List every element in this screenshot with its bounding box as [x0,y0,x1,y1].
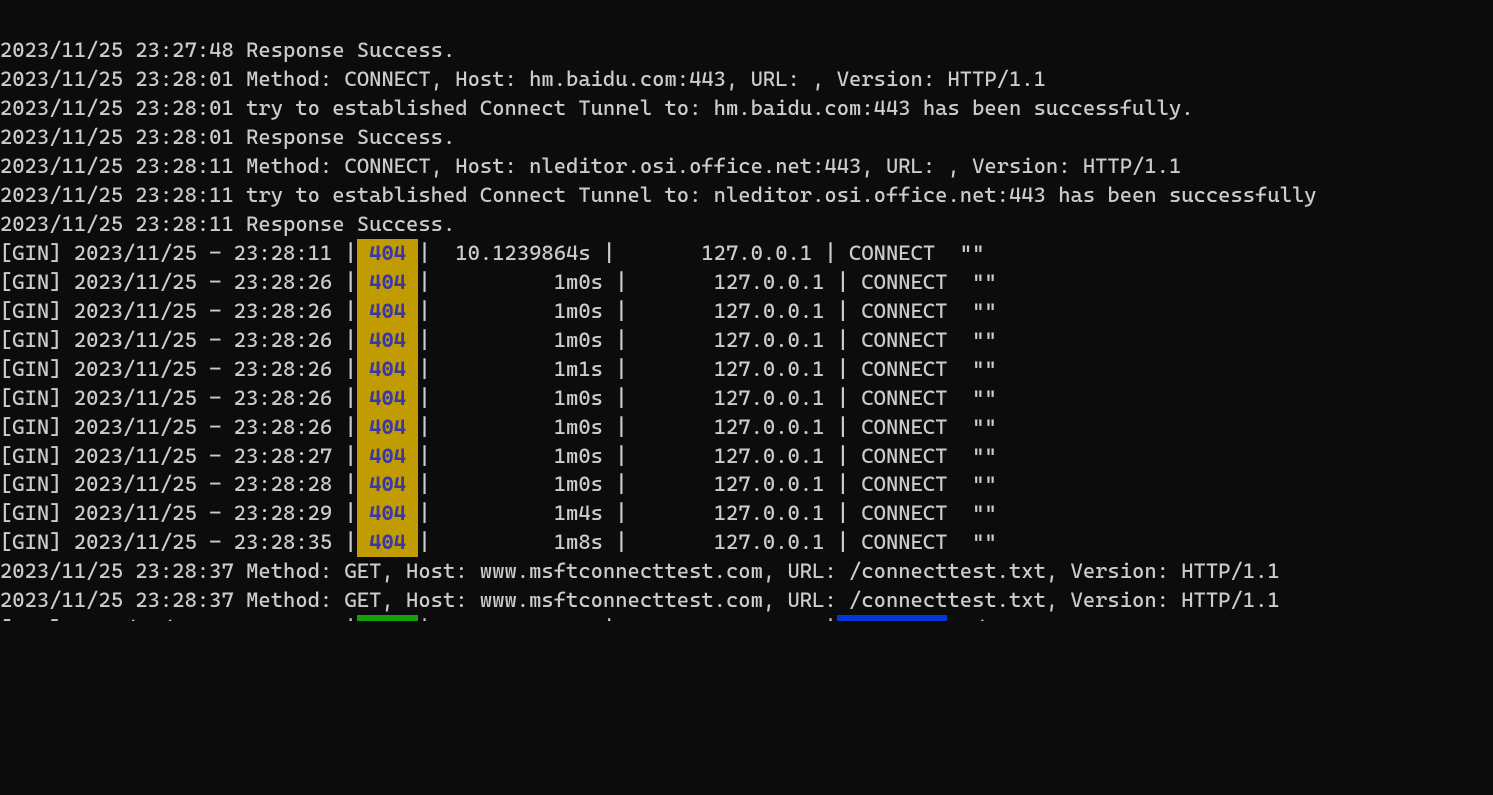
status-badge: 404 [357,268,419,297]
status-badge: 404 [357,384,419,413]
gin-prefix: [GIN] 2023/11/25 - 23:28:28 | [0,472,357,496]
log-line: 2023/11/25 23:28:37 Method: GET, Host: w… [0,557,1493,586]
status-code: 404 [357,530,419,554]
http-method-badge: GET [837,615,948,621]
status-badge: 404 [357,239,419,268]
log-line: [GIN] 2023/11/25 - 23:28:26 | 404 | 1m0s… [0,297,1493,326]
log-line: [GIN] 2023/11/25 - 23:28:11 | 404 | 10.1… [0,239,1493,268]
gin-prefix: [GIN] 2023/11/25 - 23:28:26 | [0,299,357,323]
gin-after: | 1m0s | 127.0.0.1 | CONNECT "" [418,472,996,496]
terminal-output: 2023/11/25 23:27:48 Response Success. 202… [0,36,1493,621]
gin-after: | 1m0s | 127.0.0.1 | CONNECT "" [418,415,996,439]
status-code: 404 [357,472,419,496]
log-text: 2023/11/25 23:28:01 try to established C… [0,96,1194,120]
status-badge: 404 [357,470,419,499]
status-code: 404 [357,501,419,525]
log-line: [GIN] 2023/11/25 - 23:28:26 | 404 | 1m0s… [0,268,1493,297]
status-code: 200 [357,617,419,621]
status-badge: 404 [357,528,419,557]
gin-prefix: [GIN] 2023/11/25 - 23:28:26 | [0,328,357,352]
log-text: 2023/11/25 23:28:37 Method: GET, Host: w… [0,588,1280,612]
gin-prefix: [GIN] 2023/11/25 - 23:28:26 | [0,386,357,410]
log-line: [GIN] 2023/11/25 - 23:28:26 | 404 | 1m0s… [0,413,1493,442]
status-code: 404 [357,328,419,352]
log-line: [GIN] 2023/11/25 - 23:28:26 | 404 | 1m1s… [0,355,1493,384]
gin-after: | 1m0s | 127.0.0.1 | CONNECT "" [418,270,996,294]
log-line: [GIN] 2023/11/25 - 23:28:27 | 404 | 1m0s… [0,442,1493,471]
status-badge: 404 [357,297,419,326]
log-line: 2023/11/25 23:27:48 Response Success. [0,36,1493,65]
log-line: 2023/11/25 23:28:11 Response Success. [0,210,1493,239]
log-text: 2023/11/25 23:28:01 Response Success. [0,125,455,149]
log-line: 2023/11/25 23:28:11 Method: CONNECT, Hos… [0,152,1493,181]
status-code: 404 [357,357,419,381]
status-code: 404 [357,241,419,265]
gin-mid: | 328.6621ms | 127.0.0.1 | [418,617,836,621]
log-text: 2023/11/25 23:28:11 Method: CONNECT, Hos… [0,154,1181,178]
gin-prefix: [GIN] 2023/11/25 - 23:28:35 | [0,530,357,554]
log-line: [GIN] 2023/11/25 - 23:28:26 | 404 | 1m0s… [0,326,1493,355]
log-text: 2023/11/25 23:28:37 Method: GET, Host: w… [0,559,1280,583]
log-line: [GIN] 2023/11/25 - 23:28:29 | 404 | 1m4s… [0,499,1493,528]
gin-after: | 10.1239864s | 127.0.0.1 | CONNECT "" [418,241,984,265]
gin-prefix: [GIN] 2023/11/25 - 23:28:26 | [0,415,357,439]
log-text: 2023/11/25 23:28:01 Method: CONNECT, Hos… [0,67,1046,91]
status-code: 404 [357,270,419,294]
log-line: [GIN] 2023/11/25 - 23:28:38 | 200 | 328.… [0,615,1493,621]
gin-after: | 1m0s | 127.0.0.1 | CONNECT "" [418,444,996,468]
log-line: 2023/11/25 23:28:11 try to established C… [0,181,1493,210]
gin-after: | 1m1s | 127.0.0.1 | CONNECT "" [418,357,996,381]
log-line: 2023/11/25 23:28:37 Method: GET, Host: w… [0,586,1493,615]
gin-prefix: [GIN] 2023/11/25 - 23:28:11 | [0,241,357,265]
status-code: 404 [357,415,419,439]
gin-prefix: [GIN] 2023/11/25 - 23:28:27 | [0,444,357,468]
gin-after: | 1m0s | 127.0.0.1 | CONNECT "" [418,299,996,323]
status-badge: 404 [357,442,419,471]
gin-prefix: [GIN] 2023/11/25 - 23:28:26 | [0,270,357,294]
gin-after: "/connecttest.txt" [947,617,1181,621]
gin-after: | 1m4s | 127.0.0.1 | CONNECT "" [418,501,996,525]
status-badge: 404 [357,355,419,384]
gin-after: | 1m8s | 127.0.0.1 | CONNECT "" [418,530,996,554]
log-text: 2023/11/25 23:27:48 Response Success. [0,38,455,62]
log-line: 2023/11/25 23:28:01 try to established C… [0,94,1493,123]
log-line: 2023/11/25 23:28:01 Method: CONNECT, Hos… [0,65,1493,94]
log-line: [GIN] 2023/11/25 - 23:28:28 | 404 | 1m0s… [0,470,1493,499]
log-line: [GIN] 2023/11/25 - 23:28:26 | 404 | 1m0s… [0,384,1493,413]
log-text: 2023/11/25 23:28:11 Response Success. [0,212,455,236]
log-line: 2023/11/25 23:28:01 Response Success. [0,123,1493,152]
gin-after: | 1m0s | 127.0.0.1 | CONNECT "" [418,386,996,410]
status-badge: 200 [357,615,419,621]
gin-after: | 1m0s | 127.0.0.1 | CONNECT "" [418,328,996,352]
log-line: [GIN] 2023/11/25 - 23:28:35 | 404 | 1m8s… [0,528,1493,557]
status-badge: 404 [357,326,419,355]
status-code: 404 [357,386,419,410]
status-badge: 404 [357,413,419,442]
gin-prefix: [GIN] 2023/11/25 - 23:28:29 | [0,501,357,525]
status-code: 404 [357,444,419,468]
gin-prefix: [GIN] 2023/11/25 - 23:28:26 | [0,357,357,381]
log-text: 2023/11/25 23:28:11 try to established C… [0,183,1317,207]
status-code: 404 [357,299,419,323]
gin-prefix: [GIN] 2023/11/25 - 23:28:38 | [0,617,357,621]
status-badge: 404 [357,499,419,528]
